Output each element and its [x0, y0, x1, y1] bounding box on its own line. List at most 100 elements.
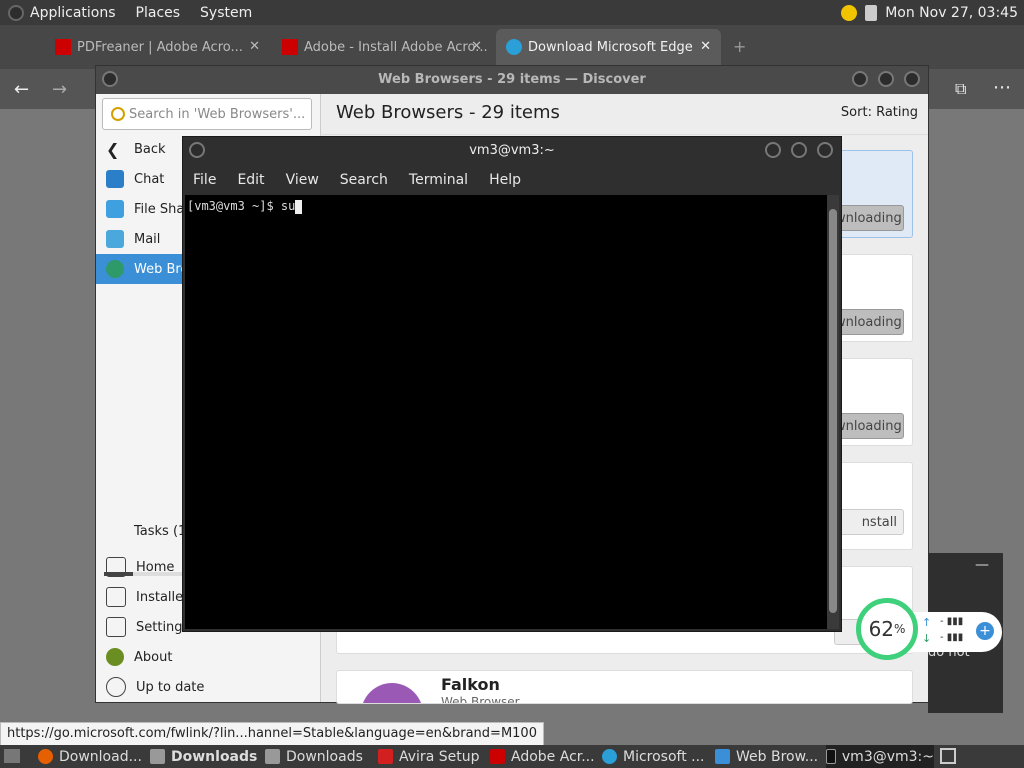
distro-logo-icon[interactable]: [8, 4, 24, 21]
top-panel: Applications Places System Mon Nov 27, 0…: [0, 0, 1024, 25]
downloading-button[interactable]: wnloading: [834, 413, 904, 439]
taskbar: Download... Downloads Downloads Avira Se…: [0, 745, 1024, 768]
memory-usage-ring[interactable]: 62%: [856, 598, 918, 660]
edge-icon: [602, 749, 617, 764]
taskbar-item-avira[interactable]: Avira Setup: [378, 745, 486, 768]
terminal-icon: [826, 749, 836, 764]
adobe-favicon-icon: [55, 39, 71, 55]
terminal-scrollbar[interactable]: [827, 195, 839, 629]
downloading-button[interactable]: wnloading: [834, 205, 904, 231]
sidebar-item-up-to-date[interactable]: Up to date: [96, 672, 320, 702]
close-icon[interactable]: [904, 71, 920, 87]
minimize-icon[interactable]: [765, 142, 781, 158]
avira-icon: [378, 749, 393, 764]
close-icon[interactable]: [817, 142, 833, 158]
more-menu-icon[interactable]: ⋯: [993, 77, 1011, 98]
taskbar-item-label: Web Brow...: [736, 748, 819, 765]
app-card-falkon[interactable]: Falkon Web Browser: [336, 670, 913, 704]
folder-icon: [265, 749, 280, 764]
workspace-switcher-icon[interactable]: [940, 748, 956, 764]
terminal-output[interactable]: [vm3@vm3 ~]$ su: [185, 195, 827, 629]
taskbar-item-firefox[interactable]: Download...: [38, 745, 146, 768]
taskbar-item-terminal[interactable]: vm3@vm3:~: [826, 745, 934, 768]
tab-label: PDFreaner | Adobe Acro...: [77, 39, 243, 55]
update-icon: [106, 677, 126, 697]
new-tab-icon[interactable]: +: [733, 37, 746, 56]
settings-icon: [106, 617, 126, 637]
search-icon: [111, 107, 125, 121]
sidebar-item-label: Mail: [134, 231, 161, 247]
add-icon[interactable]: +: [976, 622, 994, 640]
close-icon[interactable]: ✕: [700, 39, 711, 54]
mail-icon: [106, 230, 124, 248]
menu-file[interactable]: File: [193, 172, 216, 188]
sidebar-item-label: Chat: [134, 171, 165, 187]
globe-icon: [106, 260, 124, 278]
scrollbar-thumb[interactable]: [829, 209, 837, 613]
window-menu-icon[interactable]: [189, 142, 205, 158]
close-icon[interactable]: ✕: [249, 39, 260, 54]
folder-icon: [150, 749, 165, 764]
menu-edit[interactable]: Edit: [237, 172, 264, 188]
close-icon[interactable]: ✕: [471, 39, 482, 54]
adobe-favicon-icon: [282, 39, 298, 55]
taskbar-item-downloads-1[interactable]: Downloads: [150, 745, 258, 768]
sidebar-item-label: Home: [136, 559, 175, 575]
window-menu-icon[interactable]: [102, 71, 118, 87]
adobe-icon: [490, 749, 505, 764]
minimize-icon[interactable]: —: [975, 557, 989, 573]
search-input[interactable]: Search in 'Web Browsers'...: [102, 98, 312, 130]
upload-bars-icon: - ▮▮▮: [940, 616, 964, 627]
text-cursor: [295, 199, 303, 214]
forward-arrow-icon[interactable]: →: [52, 79, 67, 100]
clock[interactable]: Mon Nov 27, 03:45: [885, 5, 1018, 21]
chat-icon: [106, 170, 124, 188]
sidebar-item-about[interactable]: About: [96, 642, 320, 672]
discover-header: Web Browsers - 29 items Sort: Rating: [320, 94, 928, 135]
menu-system[interactable]: System: [200, 5, 252, 21]
app-name: Falkon: [441, 675, 500, 694]
taskbar-item-downloads-2[interactable]: Downloads: [265, 745, 373, 768]
taskbar-item-edge[interactable]: Microsoft ...: [602, 745, 710, 768]
tab-pdfreaner[interactable]: PDFreaner | Adobe Acro... ✕: [45, 29, 270, 65]
link-status-bar: https://go.microsoft.com/fwlink/?lin...h…: [0, 722, 544, 746]
search-placeholder: Search in 'Web Browsers'...: [129, 106, 306, 122]
extensions-icon[interactable]: ⧉: [955, 79, 966, 99]
show-desktop-icon[interactable]: [4, 749, 20, 763]
volume-icon[interactable]: [865, 4, 878, 21]
browser-tabbar: PDFreaner | Adobe Acro... ✕ Adobe - Inst…: [0, 25, 1024, 69]
downloading-button[interactable]: wnloading: [834, 309, 904, 335]
terminal-menubar: File Edit View Search Terminal Help: [183, 165, 841, 195]
sidebar-item-label: Back: [134, 141, 166, 157]
taskbar-item-label: vm3@vm3:~: [841, 748, 934, 765]
menu-search[interactable]: Search: [340, 172, 388, 188]
terminal-prompt-line: [vm3@vm3 ~]$ su: [187, 199, 296, 213]
maximize-icon[interactable]: [878, 71, 894, 87]
sidebar-item-label: Up to date: [136, 679, 205, 695]
menu-places[interactable]: Places: [136, 5, 181, 21]
falkon-icon: [361, 683, 423, 703]
app-subtitle: Web Browser: [441, 695, 520, 704]
taskbar-item-label: Microsoft ...: [623, 748, 705, 765]
maximize-icon[interactable]: [791, 142, 807, 158]
menu-applications[interactable]: Applications: [30, 5, 116, 21]
menu-view[interactable]: View: [286, 172, 319, 188]
tab-download-edge[interactable]: Download Microsoft Edge ✕: [496, 29, 721, 65]
back-arrow-icon[interactable]: ←: [14, 79, 29, 100]
sidebar-item-label: About: [134, 649, 173, 665]
sort-dropdown[interactable]: Sort: Rating: [841, 105, 918, 120]
update-notifier-icon[interactable]: [841, 4, 858, 21]
sidebar-item-label: Web Bro: [134, 261, 189, 277]
menu-terminal[interactable]: Terminal: [409, 172, 468, 188]
tab-adobe-install[interactable]: Adobe - Install Adobe Acro... ✕: [272, 29, 492, 65]
install-button[interactable]: nstall: [834, 509, 904, 535]
minimize-icon[interactable]: [852, 71, 868, 87]
terminal-window: vm3@vm3:~ File Edit View Search Terminal…: [183, 137, 841, 631]
upload-arrow-icon: ↑: [922, 616, 932, 629]
usage-unit: %: [894, 622, 906, 636]
taskbar-item-label: Adobe Acr...: [511, 748, 595, 765]
taskbar-item-discover[interactable]: Web Brow...: [715, 745, 823, 768]
taskbar-item-adobe[interactable]: Adobe Acr...: [490, 745, 598, 768]
menu-help[interactable]: Help: [489, 172, 521, 188]
tab-label: Adobe - Install Adobe Acro...: [304, 39, 488, 55]
